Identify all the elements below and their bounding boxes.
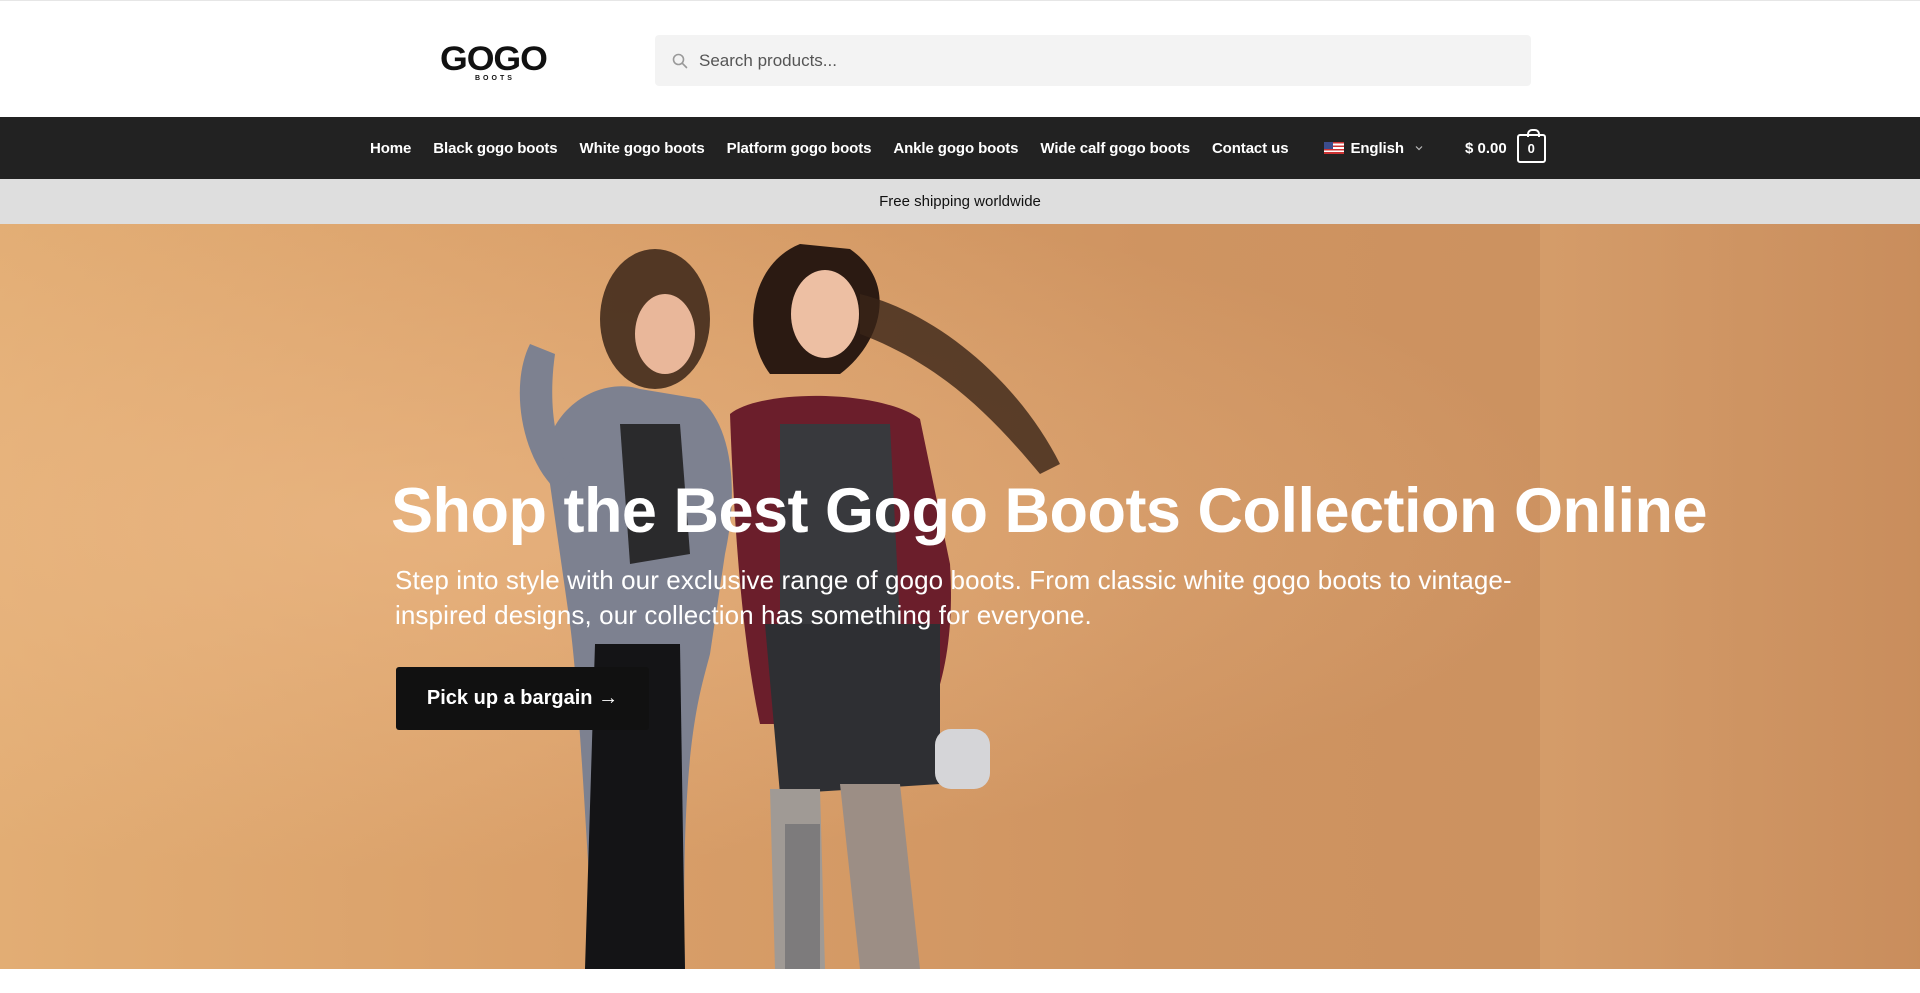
language-label: English xyxy=(1350,139,1404,157)
cart-amount: $ 0.00 xyxy=(1465,139,1507,157)
language-switcher[interactable]: English xyxy=(1313,140,1434,157)
hero-banner: Shop the Best Gogo Boots Collection Onli… xyxy=(0,224,1920,969)
hero-title: Shop the Best Gogo Boots Collection Onli… xyxy=(391,476,1708,546)
search-box xyxy=(655,35,1531,86)
nav-item-ankle-gogo-boots[interactable]: Ankle gogo boots xyxy=(882,140,1029,157)
pick-up-bargain-button[interactable]: Pick up a bargain → xyxy=(396,667,649,730)
promo-text: Free shipping worldwide xyxy=(879,193,1041,210)
cart-button[interactable]: $ 0.00 0 xyxy=(1465,128,1546,163)
search-icon xyxy=(672,53,688,69)
main-navigation: Home Black gogo boots White gogo boots P… xyxy=(0,117,1920,179)
hero-description: Step into style with our exclusive range… xyxy=(395,565,1512,630)
logo-subtitle: BOOTS xyxy=(475,75,515,82)
nav-item-contact-us[interactable]: Contact us xyxy=(1201,140,1300,157)
hero-background-panel xyxy=(1540,224,1920,969)
promo-bar: Free shipping worldwide xyxy=(0,179,1920,224)
chevron-down-icon xyxy=(1415,146,1423,151)
search-input[interactable] xyxy=(699,35,1519,86)
logo-wordmark: GOGO xyxy=(440,40,548,78)
site-header: GOGO BOOTS xyxy=(0,0,1920,117)
nav-item-wide-calf-gogo-boots[interactable]: Wide calf gogo boots xyxy=(1029,140,1201,157)
nav-item-black-gogo-boots[interactable]: Black gogo boots xyxy=(422,140,568,157)
nav-menu: Home Black gogo boots White gogo boots P… xyxy=(360,117,1435,179)
nav-item-home[interactable]: Home xyxy=(360,140,422,157)
cart-count-badge: 0 xyxy=(1516,128,1546,163)
nav-item-platform-gogo-boots[interactable]: Platform gogo boots xyxy=(716,140,883,157)
page-bottom-strip xyxy=(0,969,1920,993)
site-logo[interactable]: GOGO BOOTS xyxy=(440,39,548,85)
nav-item-white-gogo-boots[interactable]: White gogo boots xyxy=(569,140,716,157)
us-flag-icon xyxy=(1324,142,1345,154)
